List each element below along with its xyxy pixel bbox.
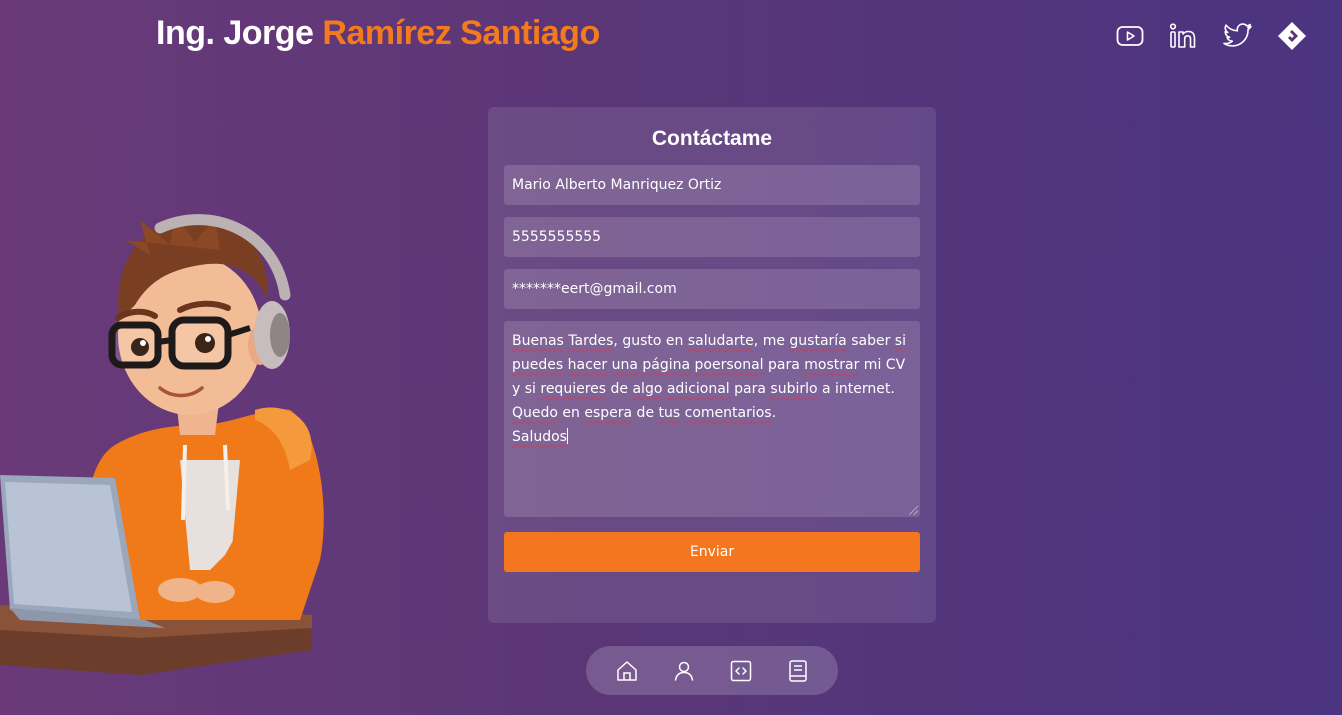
resize-handle[interactable] bbox=[909, 506, 918, 515]
text-cursor bbox=[566, 428, 568, 444]
submit-button[interactable]: Enviar bbox=[504, 532, 920, 572]
linkedin-icon[interactable] bbox=[1168, 20, 1200, 52]
social-links bbox=[1114, 20, 1308, 52]
name-input[interactable]: Mario Alberto Manriquez Ortiz bbox=[504, 165, 920, 205]
email-input[interactable]: *******eert@gmail.com bbox=[504, 269, 920, 309]
message-line-5: Saludos bbox=[512, 428, 568, 445]
page-title: Ing. Jorge Ramírez Santiago bbox=[156, 14, 600, 53]
brand-logo-icon[interactable] bbox=[1276, 20, 1308, 52]
bottom-navigation bbox=[586, 646, 838, 695]
document-icon[interactable] bbox=[786, 659, 810, 683]
code-icon[interactable] bbox=[729, 659, 753, 683]
user-icon[interactable] bbox=[672, 659, 696, 683]
home-icon[interactable] bbox=[615, 659, 639, 683]
message-line-2: puedes hacer una página poersonal para m… bbox=[512, 357, 906, 373]
message-line-4: Quedo en espera de tus comentarios. bbox=[512, 405, 777, 421]
phone-input[interactable]: 5555555555 bbox=[504, 217, 920, 257]
youtube-icon[interactable] bbox=[1114, 20, 1146, 52]
message-line-1: Buenas Tardes, gusto en saludarte, me gu… bbox=[512, 333, 906, 349]
title-name-accent: Ramírez Santiago bbox=[322, 14, 600, 52]
twitter-icon[interactable] bbox=[1222, 20, 1254, 52]
message-textarea[interactable]: Buenas Tardes, gusto en saludarte, me gu… bbox=[504, 321, 920, 517]
message-line-3: y si requieres de algo adicional para su… bbox=[512, 381, 895, 397]
contact-title: Contáctame bbox=[651, 127, 773, 150]
title-name-first: Ing. Jorge bbox=[156, 14, 323, 52]
contact-form: Contáctame Mario Alberto Manriquez Ortiz… bbox=[488, 107, 936, 623]
developer-illustration bbox=[0, 210, 340, 680]
